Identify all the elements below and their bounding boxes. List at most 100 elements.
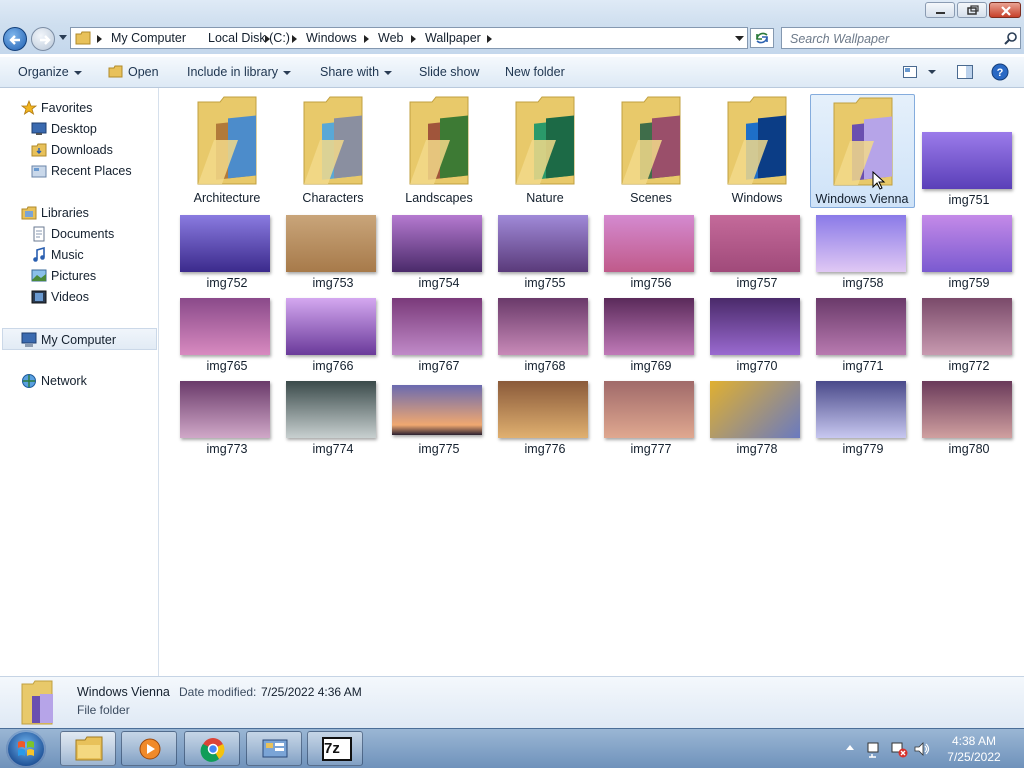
image-thumbnail <box>710 298 800 355</box>
image-thumbnail <box>604 381 694 438</box>
help-icon[interactable]: ? <box>991 63 1009 81</box>
image-label: img752 <box>206 276 248 290</box>
forward-button[interactable] <box>31 27 55 51</box>
history-dropdown-icon[interactable] <box>58 34 68 42</box>
image-item[interactable]: img774 <box>282 375 384 489</box>
chrome-taskbar-button[interactable] <box>184 731 240 766</box>
image-item[interactable]: img780 <box>918 375 1020 489</box>
explorer-taskbar-button[interactable] <box>60 731 116 766</box>
image-item[interactable]: img775 <box>388 375 490 489</box>
open-label: Open <box>128 65 159 79</box>
image-thumbnail <box>922 298 1012 355</box>
image-thumbnail <box>180 298 270 355</box>
view-dropdown-icon[interactable] <box>928 70 936 74</box>
music-icon <box>33 247 45 262</box>
folder-item[interactable]: Architecture <box>176 94 278 208</box>
address-bar[interactable]: My Computer Local Disk (C:) Windows Web … <box>70 27 748 49</box>
breadcrumb-local-disk[interactable]: Local Disk (C:) <box>208 31 290 45</box>
search-icon[interactable] <box>1004 31 1018 45</box>
minimize-button[interactable] <box>925 2 955 18</box>
navigation-pane: Favorites Desktop Downloads Recent Place… <box>0 88 159 676</box>
folder-label: Windows Vienna <box>815 192 909 206</box>
refresh-button[interactable] <box>750 28 774 48</box>
image-label: img768 <box>524 359 566 373</box>
include-in-library-button[interactable]: Include in library <box>187 65 292 79</box>
image-item[interactable]: img776 <box>494 375 596 489</box>
breadcrumb-my-computer[interactable]: My Computer <box>111 31 186 45</box>
details-date-value: 7/25/2022 4:36 AM <box>261 685 362 699</box>
chevron-down-icon <box>384 70 393 75</box>
breadcrumb-arrow-icon[interactable] <box>97 35 103 43</box>
image-thumbnail <box>498 381 588 438</box>
nav-videos-label: Videos <box>51 290 89 304</box>
folder-item[interactable]: Characters <box>282 94 384 208</box>
slide-show-button[interactable]: Slide show <box>419 65 479 79</box>
image-item[interactable]: img779 <box>812 375 914 489</box>
include-in-library-label: Include in library <box>187 65 279 79</box>
breadcrumb-arrow-icon[interactable] <box>292 35 298 43</box>
image-thumbnail <box>922 381 1012 438</box>
7zip-taskbar-button[interactable]: 7z <box>307 731 363 766</box>
image-item[interactable]: img777 <box>600 375 702 489</box>
new-folder-button[interactable]: New folder <box>505 65 565 79</box>
file-list[interactable]: Architecture Characters Landscapes Natur… <box>160 88 1024 676</box>
preview-pane-icon[interactable] <box>957 65 973 79</box>
details-date-label: Date modified: <box>179 685 257 699</box>
control-panel-taskbar-icon <box>262 739 288 758</box>
folder-item[interactable]: Scenes <box>600 94 702 208</box>
control-panel-taskbar-button[interactable] <box>246 731 302 766</box>
organize-label: Organize <box>18 65 69 79</box>
media-player-taskbar-button[interactable] <box>121 731 177 766</box>
view-options-icon[interactable] <box>903 66 917 78</box>
image-label: img775 <box>418 442 460 456</box>
title-bar[interactable] <box>0 0 1024 24</box>
back-arrow-icon <box>9 35 20 45</box>
organize-button[interactable]: Organize <box>18 65 82 79</box>
breadcrumb-web[interactable]: Web <box>378 31 403 45</box>
breadcrumb-wallpaper[interactable]: Wallpaper <box>425 31 481 45</box>
folder-icon <box>75 31 91 45</box>
open-button[interactable]: Open <box>108 65 159 79</box>
image-item[interactable]: img778 <box>706 375 808 489</box>
folder-item-selected[interactable]: Windows Vienna <box>810 94 915 208</box>
image-thumbnail <box>710 381 800 438</box>
breadcrumb-arrow-icon[interactable] <box>487 35 493 43</box>
start-button[interactable] <box>6 730 46 768</box>
network-status-icon[interactable] <box>890 740 908 758</box>
image-thumbnail <box>498 298 588 355</box>
search-box[interactable] <box>781 27 1021 49</box>
image-item[interactable]: img773 <box>176 375 278 489</box>
taskbar: 7z 4:38 AM 7/25/2022 <box>0 728 1024 768</box>
nav-favorites-label: Favorites <box>41 101 93 115</box>
volume-icon[interactable] <box>913 740 931 758</box>
system-clock[interactable]: 4:38 AM 7/25/2022 <box>934 733 1014 765</box>
folder-item[interactable]: Windows <box>706 94 808 208</box>
restore-button[interactable] <box>957 2 987 18</box>
nav-my-computer[interactable]: My Computer <box>2 328 157 350</box>
folder-icon <box>621 96 681 185</box>
search-input[interactable] <box>788 30 997 48</box>
show-hidden-icons-icon[interactable] <box>845 743 855 751</box>
pictures-icon <box>31 269 47 282</box>
share-with-button[interactable]: Share with <box>320 65 393 79</box>
back-button[interactable] <box>3 27 27 51</box>
breadcrumb-arrow-icon[interactable] <box>411 35 417 43</box>
image-item[interactable]: img751 <box>918 94 1020 208</box>
network-icon <box>22 374 36 388</box>
breadcrumb-windows[interactable]: Windows <box>306 31 357 45</box>
image-label: img758 <box>842 276 884 290</box>
address-dropdown-icon[interactable] <box>735 36 744 42</box>
image-thumbnail <box>286 298 376 355</box>
image-thumbnail <box>922 132 1012 189</box>
folder-item[interactable]: Landscapes <box>388 94 490 208</box>
image-thumbnail <box>922 215 1012 272</box>
breadcrumb-arrow-icon[interactable] <box>364 35 370 43</box>
close-button[interactable] <box>989 2 1021 18</box>
folder-item[interactable]: Nature <box>494 94 596 208</box>
image-label: img765 <box>206 359 248 373</box>
folder-icon <box>303 96 363 185</box>
nav-downloads-label: Downloads <box>51 143 113 157</box>
nav-recent-places-label: Recent Places <box>51 164 132 178</box>
close-icon <box>1001 6 1011 16</box>
action-center-icon[interactable] <box>866 740 884 758</box>
